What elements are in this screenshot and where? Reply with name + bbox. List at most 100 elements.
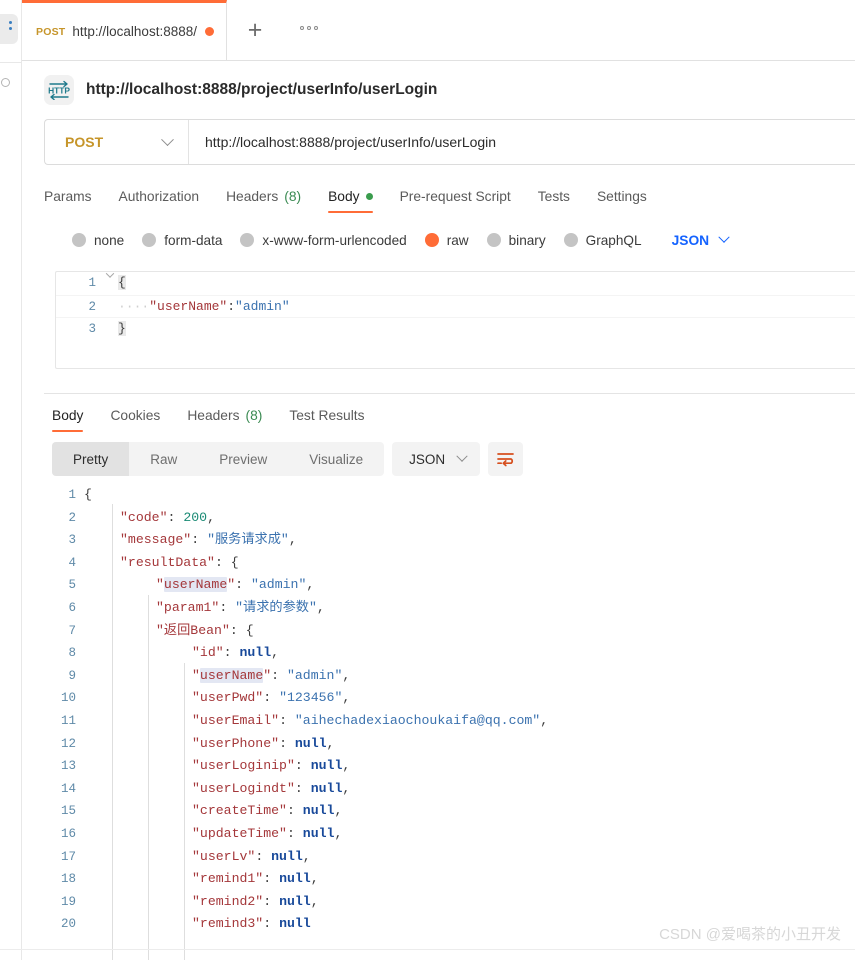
body-type-label: form-data — [164, 232, 223, 248]
tab-headers[interactable]: Headers (8) — [226, 173, 301, 219]
code-token: "userLoginip" — [192, 758, 295, 774]
view-mode-raw[interactable]: Raw — [129, 442, 198, 476]
request-code-area[interactable]: 1{2 ····"userName":"admin" 3} — [56, 272, 855, 340]
response-tab-test-results[interactable]: Test Results — [289, 394, 364, 436]
body-type-none[interactable]: none — [72, 233, 124, 248]
code-token: " — [227, 577, 236, 593]
body-type-x-www-form-urlencoded[interactable]: x-www-form-urlencoded — [240, 232, 407, 248]
code-text: "createTime": null, — [84, 800, 342, 823]
response-tab-cookies[interactable]: Cookies — [110, 394, 160, 436]
view-mode-visualize[interactable]: Visualize — [288, 442, 384, 476]
tab-label: Body — [52, 407, 84, 423]
tab-params[interactable]: Params — [44, 173, 92, 219]
chevron-down-icon — [718, 231, 730, 243]
code-line: 9 "userName": "admin", — [22, 665, 855, 688]
fold-toggle-icon[interactable] — [102, 272, 118, 278]
code-token: "id" — [192, 645, 224, 661]
code-token: , — [540, 712, 549, 728]
tab-label: Settings — [596, 188, 647, 204]
tab-authorization[interactable]: Authorization — [119, 173, 200, 219]
code-token: : — [263, 893, 280, 909]
code-line: 2 ····"userName":"admin" — [56, 294, 855, 319]
code-line: 11 "userEmail": "aihechadexiaochoukaifa@q… — [22, 710, 855, 733]
body-type-label: binary — [508, 232, 546, 248]
line-number: 11 — [60, 713, 76, 728]
line-number: 7 — [68, 623, 76, 638]
code-token: null — [310, 758, 343, 774]
request-title-row: HTTP http://localhost:8888/project/userI… — [22, 61, 855, 119]
radio-icon — [486, 233, 501, 247]
code-token: "remind3" — [192, 916, 264, 932]
response-format-select[interactable]: JSON — [392, 442, 481, 476]
new-tab-button[interactable]: + — [227, 0, 283, 60]
code-line: 2 "code": 200, — [22, 507, 855, 530]
code-token: null — [279, 916, 311, 932]
code-line: 4 "resultData": { — [22, 552, 855, 575]
left-sidebar-rail — [0, 0, 22, 960]
code-text: } — [118, 318, 126, 341]
body-type-binary[interactable]: binary — [486, 232, 546, 248]
code-token: , — [316, 599, 325, 615]
radio-icon — [240, 233, 255, 247]
postman-window: POST http://localhost:8888/ + HTTP http:… — [0, 0, 855, 960]
code-text: "userName": "admin", — [84, 665, 350, 688]
tab-settings[interactable]: Settings — [597, 173, 647, 219]
sidebar-collection-chip[interactable] — [0, 14, 18, 44]
code-token: null — [239, 645, 272, 661]
code-text: ····"userName":"admin" — [118, 296, 290, 319]
code-line: 16 "updateTime": null, — [22, 823, 855, 846]
code-line: 1{ — [22, 484, 855, 507]
response-body-viewer[interactable]: 1{2 "code": 200, 3 "message": "服务请求成", 4 "res… — [22, 482, 855, 960]
body-type-graphql[interactable]: GraphQL — [563, 232, 642, 248]
code-token: 200 — [183, 509, 208, 525]
code-token: " — [192, 667, 200, 683]
body-type-raw[interactable]: raw — [424, 233, 469, 248]
code-token: : — [219, 599, 236, 615]
method-select[interactable]: POST — [45, 120, 189, 164]
response-toolbar: Pretty Raw Preview Visualize JSON — [22, 436, 855, 482]
request-body-editor[interactable]: 1{2 ····"userName":"admin" 3} — [55, 271, 855, 369]
code-text: "userPhone": null, — [84, 733, 334, 756]
code-token: { — [118, 275, 126, 290]
tab-pre-request-script[interactable]: Pre-request Script — [400, 173, 511, 219]
code-token: , — [271, 645, 280, 661]
code-token: "aihechadexiaochoukaifa@qq.com" — [294, 712, 541, 728]
code-line: 3} — [56, 317, 855, 340]
code-text: "userLogindt": null, — [84, 778, 350, 801]
url-input[interactable]: http://localhost:8888/project/userInfo/u… — [189, 120, 855, 164]
code-token: , — [334, 825, 343, 841]
code-token: : — [214, 554, 231, 570]
wrap-lines-icon[interactable] — [488, 442, 524, 476]
line-number: 18 — [60, 872, 76, 887]
code-line: 18 "remind1": null, — [22, 868, 855, 891]
code-token: { — [245, 622, 254, 638]
request-tab[interactable]: POST http://localhost:8888/ — [22, 0, 227, 60]
code-token: "请求的参数" — [235, 599, 317, 615]
line-number: 5 — [68, 578, 76, 593]
code-token: , — [302, 848, 311, 864]
tab-more-options-icon[interactable] — [283, 0, 335, 60]
line-number: 17 — [60, 849, 76, 864]
code-line: 5 "userName": "admin", — [22, 574, 855, 597]
body-type-label: GraphQL — [585, 232, 642, 248]
body-type-label: x-www-form-urlencoded — [262, 232, 407, 248]
code-token: null — [279, 893, 311, 909]
response-tab-headers[interactable]: Headers (8) — [187, 394, 262, 436]
response-code-area[interactable]: 1{2 "code": 200, 3 "message": "服务请求成", 4 "res… — [22, 484, 855, 936]
code-token: : — [294, 780, 311, 796]
method-label: POST — [65, 134, 104, 150]
tab-tests[interactable]: Tests — [538, 173, 570, 219]
line-number: 15 — [60, 804, 76, 819]
code-line: 7 "返回Bean": { — [22, 620, 855, 643]
body-type-form-data[interactable]: form-data — [142, 233, 222, 248]
tab-body[interactable]: Body — [328, 173, 374, 219]
raw-format-select[interactable]: JSON — [672, 231, 730, 248]
code-line: 15 "createTime": null, — [22, 800, 855, 823]
code-token: userName — [199, 667, 264, 683]
code-text: "remind2": null, — [84, 891, 319, 914]
view-mode-preview[interactable]: Preview — [198, 442, 288, 476]
gear-icon[interactable] — [1, 78, 10, 87]
view-mode-pretty[interactable]: Pretty — [52, 442, 130, 476]
response-view-mode-group: Pretty Raw Preview Visualize — [52, 442, 385, 476]
response-tab-body[interactable]: Body — [52, 394, 84, 436]
